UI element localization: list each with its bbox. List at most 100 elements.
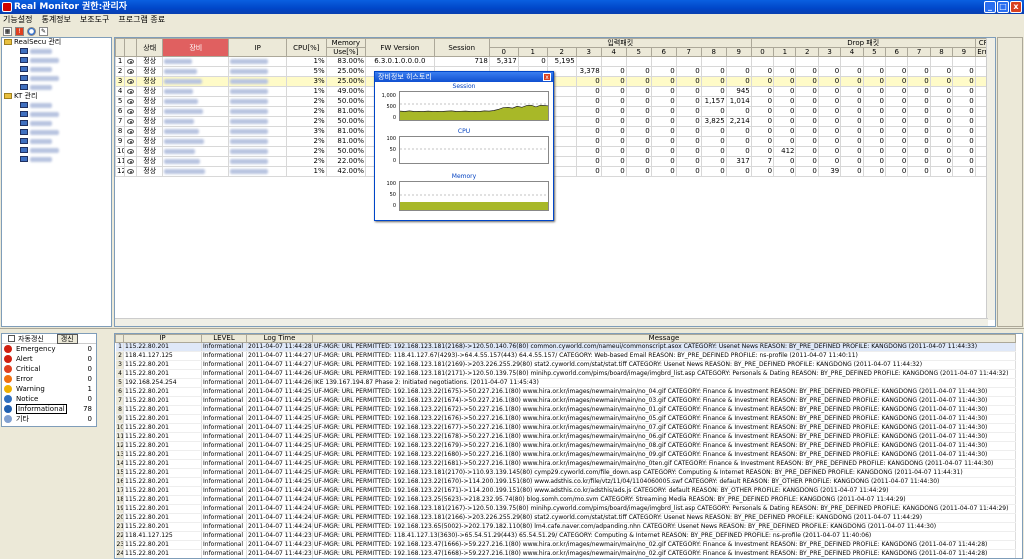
- device-row[interactable]: 11정상2%22.00%0000003177000000000: [115, 156, 995, 167]
- level-item[interactable]: Critical 0: [2, 364, 96, 374]
- grid-header-input-packets[interactable]: 입력패킷: [488, 38, 752, 48]
- device-row[interactable]: 4 정상 1% 49.00% 0 0 0 0 0 0 945 0 0 0 0 0 0 0 0 0 0: [115, 86, 995, 97]
- grid-header-drop-col[interactable]: 9: [952, 47, 976, 57]
- grid-header-drop-col[interactable]: 5: [862, 47, 886, 57]
- grid-header-device[interactable]: 장비: [162, 38, 230, 57]
- tree-device-item[interactable]: [2, 110, 111, 119]
- tree-group[interactable]: RealSecu 관리: [2, 38, 111, 47]
- log-row[interactable]: 17 115.22.80.201 Informational 2011-04-07 1…: [115, 486, 1016, 496]
- alarm-icon[interactable]: !: [15, 27, 24, 36]
- minimize-button[interactable]: _: [984, 1, 996, 13]
- log-row[interactable]: 10 115.22.80.201 Informational 2011-04-07 1…: [115, 423, 1016, 433]
- splitter[interactable]: [0, 328, 1024, 332]
- device-row[interactable]: 6 정상 2% 81.00% 0 0 0 0 0 0 0 0 0 0 0 0 0 0 0 0 0: [115, 106, 995, 117]
- tree-device-item[interactable]: [2, 137, 111, 146]
- device-row[interactable]: 5 정상 2% 50.00% 0 0 0 0 0 1,157 1,014 0 0 0 0 0 0 0 0 0 0: [115, 96, 995, 107]
- grid-icon[interactable]: ▦: [3, 27, 12, 36]
- log-row[interactable]: 9 115.22.80.201 Informational 2011-04-07 11…: [115, 414, 1016, 424]
- log-header-level[interactable]: LEVEL: [201, 334, 247, 343]
- log-row[interactable]: 13 115.22.80.201 Informational 2011-04-07 1…: [115, 450, 1016, 460]
- device-row[interactable]: 10정상2%50.00%0000000041200000000: [115, 146, 995, 157]
- tree-device-item[interactable]: [2, 56, 111, 65]
- grid-header-drop-col[interactable]: 7: [907, 47, 931, 57]
- history-popup[interactable]: 장비정보 히스토리 x Session 1,000 500 0 CPU 100 …: [374, 71, 554, 221]
- grid-header-cpu[interactable]: CPU[%]: [286, 38, 327, 57]
- close-button[interactable]: x: [1010, 1, 1022, 13]
- log-row[interactable]: 16 115.22.80.201 Informational 2011-04-07 1…: [115, 477, 1016, 487]
- grid-header-input-col[interactable]: 3: [575, 47, 602, 57]
- grid-header-input-col[interactable]: 1: [517, 47, 548, 57]
- grid-header-drop-col[interactable]: 0: [750, 47, 775, 57]
- level-item[interactable]: Alert 0: [2, 354, 96, 364]
- log-row[interactable]: 5 192.168.254.254 Informational 2011-04-07 …: [115, 378, 1016, 388]
- menu-statistics[interactable]: 통계정보: [41, 14, 70, 26]
- log-row[interactable]: 24 115.22.80.201 Informational 2011-04-07 1…: [115, 549, 1016, 558]
- globe-icon[interactable]: ●: [27, 27, 36, 36]
- device-row[interactable]: 3 정상 3% 25.00% 0 0 0 0 0 0 0 0 0 0 0 0 0 0 0 0 0: [115, 76, 995, 87]
- log-header-time[interactable]: Log Time: [246, 334, 313, 343]
- log-row[interactable]: 3 115.22.80.201 Informational 2011-04-07 11…: [115, 360, 1016, 370]
- log-row[interactable]: 2 118.41.127.125 Informational 2011-04-07 1…: [115, 351, 1016, 361]
- tree-device-item[interactable]: [2, 74, 111, 83]
- level-item[interactable]: 기타 0: [2, 414, 96, 424]
- grid-header-input-col[interactable]: 2: [546, 47, 577, 57]
- log-row[interactable]: 14 115.22.80.201 Informational 2011-04-07 1…: [115, 459, 1016, 469]
- log-row[interactable]: 1 115.22.80.201 Informational 2011-04-07 11…: [115, 342, 1016, 352]
- grid-header-input-col[interactable]: 7: [675, 47, 702, 57]
- maximize-button[interactable]: □: [997, 1, 1009, 13]
- grid-header-drop-col[interactable]: 3: [817, 47, 842, 57]
- menu-tools[interactable]: 보조도구: [80, 14, 109, 26]
- log-row[interactable]: 23 115.22.80.201 Informational 2011-04-07 1…: [115, 540, 1016, 550]
- grid-vertical-scrollbar[interactable]: [986, 38, 995, 320]
- log-row[interactable]: 19 115.22.80.201 Informational 2011-04-07 1…: [115, 504, 1016, 514]
- tree-device-item[interactable]: [2, 119, 111, 128]
- device-row[interactable]: 2 정상 5% 25.00% 3,378 0 0 0 0 0 0 0 0 0 0 0 0 0 0 0 0: [115, 66, 995, 77]
- log-row[interactable]: 12 115.22.80.201 Informational 2011-04-07 1…: [115, 441, 1016, 451]
- grid-header-drop-col[interactable]: 4: [840, 47, 864, 57]
- level-item[interactable]: Error 0: [2, 374, 96, 384]
- tree-device-item[interactable]: [2, 146, 111, 155]
- grid-header-memory[interactable]: Use[%]: [325, 47, 367, 57]
- device-row[interactable]: 12정상1%42.00%000000000039000000: [115, 166, 995, 177]
- log-row[interactable]: 11 115.22.80.201 Informational 2011-04-07 1…: [115, 432, 1016, 442]
- grid-horizontal-scrollbar[interactable]: [115, 318, 988, 326]
- auto-refresh-checkbox[interactable]: [8, 335, 15, 342]
- popup-close-button[interactable]: x: [543, 73, 551, 81]
- tree-device-item[interactable]: [2, 65, 111, 74]
- log-row[interactable]: 15 115.22.80.201 Informational 2011-04-07 1…: [115, 468, 1016, 478]
- grid-header-input-col[interactable]: 9: [725, 47, 752, 57]
- tree-device-item[interactable]: [2, 83, 111, 92]
- grid-header-drop-packets[interactable]: Drop 패킷: [750, 38, 976, 48]
- grid-header-session[interactable]: Session: [433, 38, 490, 57]
- refresh-button[interactable]: 갱신: [56, 333, 78, 344]
- log-row[interactable]: 8 115.22.80.201 Informational 2011-04-07 11…: [115, 405, 1016, 415]
- grid-header-input-col[interactable]: 4: [600, 47, 627, 57]
- level-item[interactable]: Emergency 0: [2, 344, 96, 354]
- grid-header-input-col[interactable]: 6: [650, 47, 677, 57]
- log-row[interactable]: 18 115.22.80.201 Informational 2011-04-07 1…: [115, 495, 1016, 505]
- log-header-message[interactable]: Message: [312, 334, 1016, 343]
- log-row[interactable]: 4 115.22.80.201 Informational 2011-04-07 11…: [115, 369, 1016, 379]
- log-row[interactable]: 20 115.22.80.201 Informational 2011-04-07 1…: [115, 513, 1016, 523]
- device-row[interactable]: 1 정상 1% 83.00% 6.3.0.1.0.0.0.0 718 5,317 0 5,195: [115, 56, 995, 67]
- level-item[interactable]: Warning 1: [2, 384, 96, 394]
- grid-header-memory-top[interactable]: Memory: [325, 38, 367, 48]
- log-row[interactable]: 6 115.22.80.201 Informational 2011-04-07 11…: [115, 387, 1016, 397]
- log-row[interactable]: 21 115.22.80.201 Informational 2011-04-07 1…: [115, 522, 1016, 532]
- grid-header-drop-col[interactable]: 6: [884, 47, 909, 57]
- grid-header-input-col[interactable]: 5: [625, 47, 652, 57]
- grid-header-ip[interactable]: IP: [228, 38, 288, 57]
- grid-header-drop-col[interactable]: 8: [929, 47, 954, 57]
- pencil-icon[interactable]: ✎: [39, 27, 48, 36]
- tree-device-item[interactable]: [2, 101, 111, 110]
- menu-settings[interactable]: 기능설정: [3, 14, 32, 26]
- level-item[interactable]: Notice 0: [2, 394, 96, 404]
- tree-device-item[interactable]: [2, 128, 111, 137]
- grid-header-drop-col[interactable]: 1: [773, 47, 797, 57]
- grid-header-state[interactable]: 상태: [136, 38, 164, 57]
- grid-header-input-col[interactable]: 8: [700, 47, 727, 57]
- grid-header-fw[interactable]: FW Version: [365, 38, 435, 57]
- log-header-ip[interactable]: IP: [123, 334, 202, 343]
- grid-header-drop-col[interactable]: 2: [795, 47, 819, 57]
- device-row[interactable]: 9 정상 2% 81.00% 0 0 0 0 0 0 0 0 0 0 0 0 0 0 0 0 0: [115, 136, 995, 147]
